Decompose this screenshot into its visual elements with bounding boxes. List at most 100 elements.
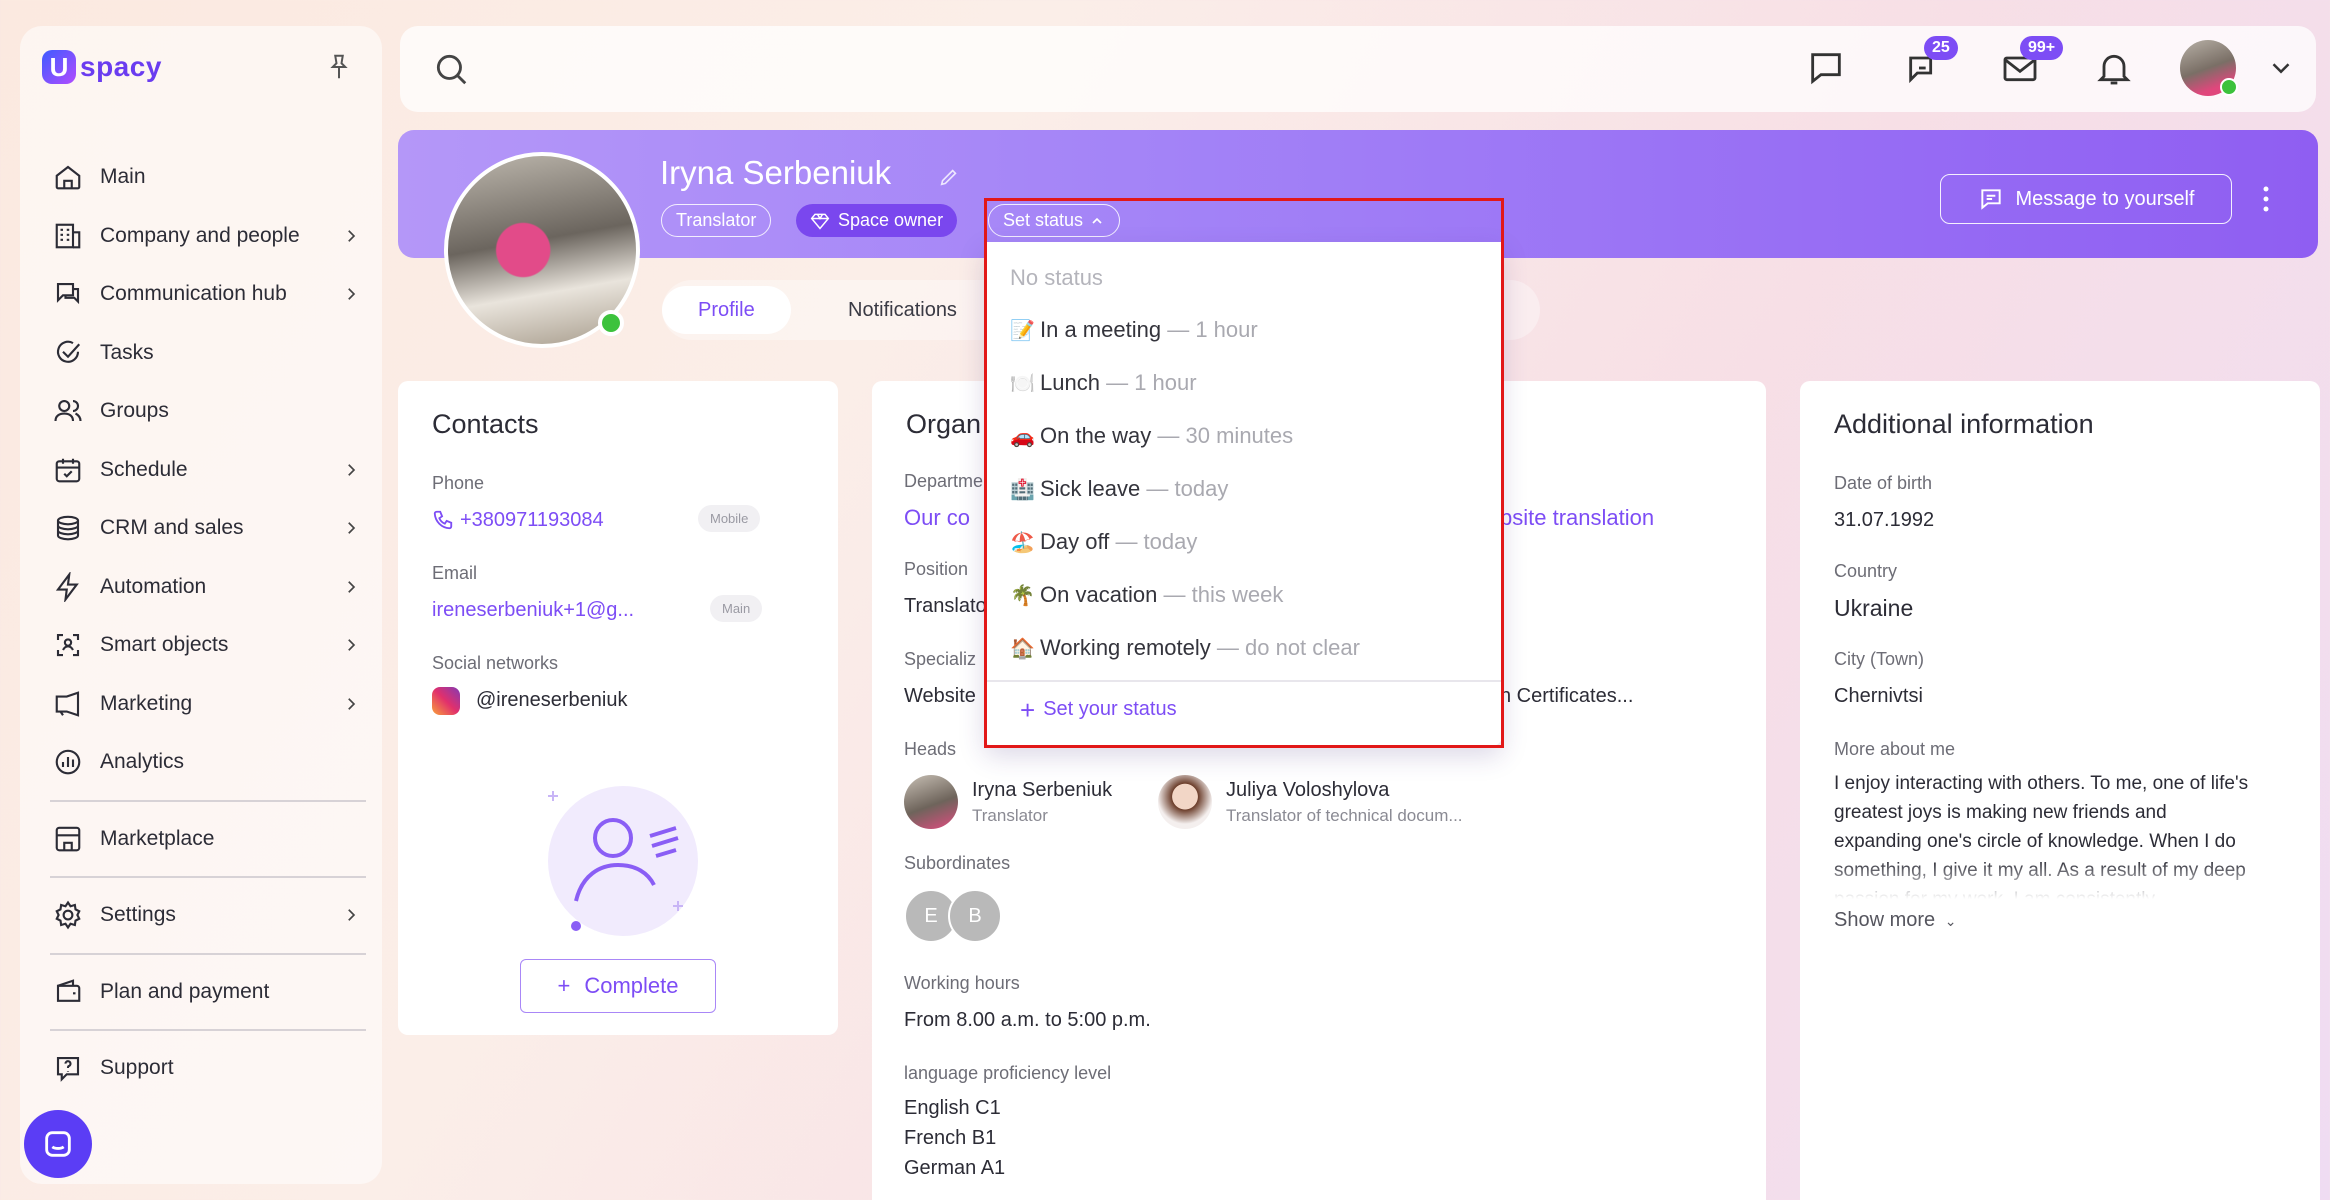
sidebar-item-label: Marketing <box>100 691 193 715</box>
status-option[interactable]: 📝 In a meeting — 1 hour <box>1010 310 1258 350</box>
logo[interactable]: U spacy <box>42 50 162 84</box>
status-option[interactable]: 🏠 Working remotely — do not clear <box>1010 628 1360 668</box>
phone-link[interactable]: +380971193084 <box>460 509 604 532</box>
additional-info-card: Additional information Date of birth 31.… <box>1800 381 2320 1200</box>
chats-button[interactable]: 25 <box>1904 36 1958 88</box>
contacts-title: Contacts <box>432 409 539 439</box>
department-link-right[interactable]: bsite translation <box>1500 505 1654 531</box>
status-option-duration: — today <box>1115 529 1198 554</box>
user-avatar[interactable] <box>2180 40 2238 96</box>
chevron-down-icon[interactable] <box>2266 48 2296 88</box>
sidebar-item-company[interactable]: Company and people <box>50 207 370 266</box>
phone-label: Phone <box>432 473 485 493</box>
status-option[interactable]: 🚗 On the way — 30 minutes <box>1010 416 1293 456</box>
message-to-yourself-button[interactable]: Message to yourself <box>1940 174 2232 224</box>
status-option-duration: — do not clear <box>1216 635 1360 660</box>
language-item: German A1 <box>904 1157 1006 1179</box>
check-circle-icon <box>50 335 86 371</box>
mail-button[interactable]: 99+ <box>2000 36 2064 88</box>
language-label: language proficiency level <box>904 1063 1112 1083</box>
sidebar-item-label: Marketplace <box>100 826 215 850</box>
pin-icon[interactable] <box>324 52 354 82</box>
status-option-duration: — 1 hour <box>1106 370 1197 395</box>
tab-notifications[interactable]: Notifications <box>812 286 993 334</box>
phone-tag: Mobile <box>698 505 761 532</box>
show-more-button[interactable]: Show more ⌄ <box>1834 909 1956 932</box>
sidebar-item-analytics[interactable]: Analytics <box>50 733 370 792</box>
head-name: Juliya Voloshylova <box>1226 778 1390 801</box>
message-icon[interactable] <box>1806 48 1846 88</box>
megaphone-icon <box>50 686 86 722</box>
specialization-value: Website <box>904 685 976 707</box>
divider <box>50 952 366 955</box>
status-option[interactable]: 🏖️ Day off — today <box>1010 522 1197 562</box>
sidebar-item-automation[interactable]: Automation <box>50 558 370 617</box>
sidebar-item-tasks[interactable]: Tasks <box>50 324 370 383</box>
divider <box>50 799 366 802</box>
instagram-link[interactable]: @ireneserbeniuk <box>476 689 628 712</box>
status-option-label: On vacation <box>1040 582 1158 607</box>
status-option[interactable]: 🌴 On vacation — this week <box>1010 575 1283 615</box>
status-option[interactable]: 🏥 Sick leave — today <box>1010 469 1228 509</box>
social-label: Social networks <box>432 653 559 673</box>
set-your-status-button[interactable]: + Set your status <box>1020 697 1177 723</box>
sidebar-item-plan[interactable]: Plan and payment <box>50 963 370 1022</box>
department-link[interactable]: Our co <box>904 505 970 531</box>
working-hours-label: Working hours <box>904 973 1020 993</box>
sidebar-item-support[interactable]: Support <box>50 1039 370 1098</box>
bell-icon[interactable] <box>2094 48 2134 88</box>
chevron-right-icon <box>348 639 356 652</box>
smart-object-icon <box>50 627 86 663</box>
coins-icon <box>50 510 86 546</box>
sidebar-item-main[interactable]: Main <box>50 148 370 207</box>
sidebar-item-label: Company and people <box>100 223 300 247</box>
specialization-value-right: h Certificates... <box>1500 685 1634 707</box>
search-icon[interactable] <box>432 50 470 88</box>
status-option-label: Working remotely <box>1040 635 1211 660</box>
status-option-none[interactable]: No status <box>1010 258 1103 298</box>
email-tag: Main <box>710 595 763 622</box>
complete-profile-button[interactable]: + Complete <box>520 959 716 1013</box>
role-chip: Translator <box>661 204 772 237</box>
about-label: More about me <box>1834 739 1956 759</box>
plus-icon: + <box>557 973 571 998</box>
head-person[interactable]: Juliya Voloshylova Translator of technic… <box>1158 775 1463 829</box>
sidebar-item-settings[interactable]: Settings <box>50 886 370 945</box>
sidebar-item-marketplace[interactable]: Marketplace <box>50 810 370 869</box>
sidebar-item-marketing[interactable]: Marketing <box>50 675 370 734</box>
edit-icon[interactable] <box>938 166 960 188</box>
sidebar-item-communication[interactable]: Communication hub <box>50 265 370 324</box>
sidebar-item-label: Settings <box>100 903 176 927</box>
more-vertical-icon[interactable] <box>2256 184 2276 214</box>
sidebar-item-groups[interactable]: Groups <box>50 382 370 441</box>
set-status-button[interactable]: Set status <box>988 204 1121 237</box>
status-option-label: In a meeting <box>1040 317 1162 342</box>
plate-icon: 🍽️ <box>1010 372 1035 395</box>
calendar-icon <box>50 452 86 488</box>
wallet-icon <box>50 974 86 1010</box>
status-option-label: Lunch <box>1040 370 1100 395</box>
email-link[interactable]: ireneserbeniuk+1@g... <box>432 599 634 622</box>
chat-icon <box>45 1131 71 1157</box>
analytics-icon <box>50 744 86 780</box>
chat-bubble-icon <box>50 276 86 312</box>
sidebar-item-label: Analytics <box>100 750 185 774</box>
tab-profile[interactable]: Profile <box>662 286 791 334</box>
status-option[interactable]: 🍽️ Lunch — 1 hour <box>1010 363 1197 403</box>
car-icon: 🚗 <box>1010 425 1035 448</box>
country-value: Ukraine <box>1834 595 1914 621</box>
sidebar-item-label: Automation <box>100 574 207 598</box>
sidebar-item-label: Schedule <box>100 457 188 481</box>
sidebar-item-smart-objects[interactable]: Smart objects <box>50 616 370 675</box>
profile-illustration <box>548 786 698 936</box>
subordinate-avatar[interactable]: B <box>948 889 1002 943</box>
chat-widget-button[interactable] <box>24 1110 92 1178</box>
sidebar-item-schedule[interactable]: Schedule <box>50 441 370 500</box>
status-option-duration: — 1 hour <box>1167 317 1258 342</box>
status-option-duration: — 30 minutes <box>1157 423 1294 448</box>
head-person[interactable]: Iryna Serbeniuk Translator <box>904 775 1112 829</box>
sidebar-item-crm[interactable]: CRM and sales <box>50 499 370 558</box>
sidebar-item-label: Plan and payment <box>100 979 270 1003</box>
position-label: Position <box>904 559 969 579</box>
store-icon <box>50 821 86 857</box>
